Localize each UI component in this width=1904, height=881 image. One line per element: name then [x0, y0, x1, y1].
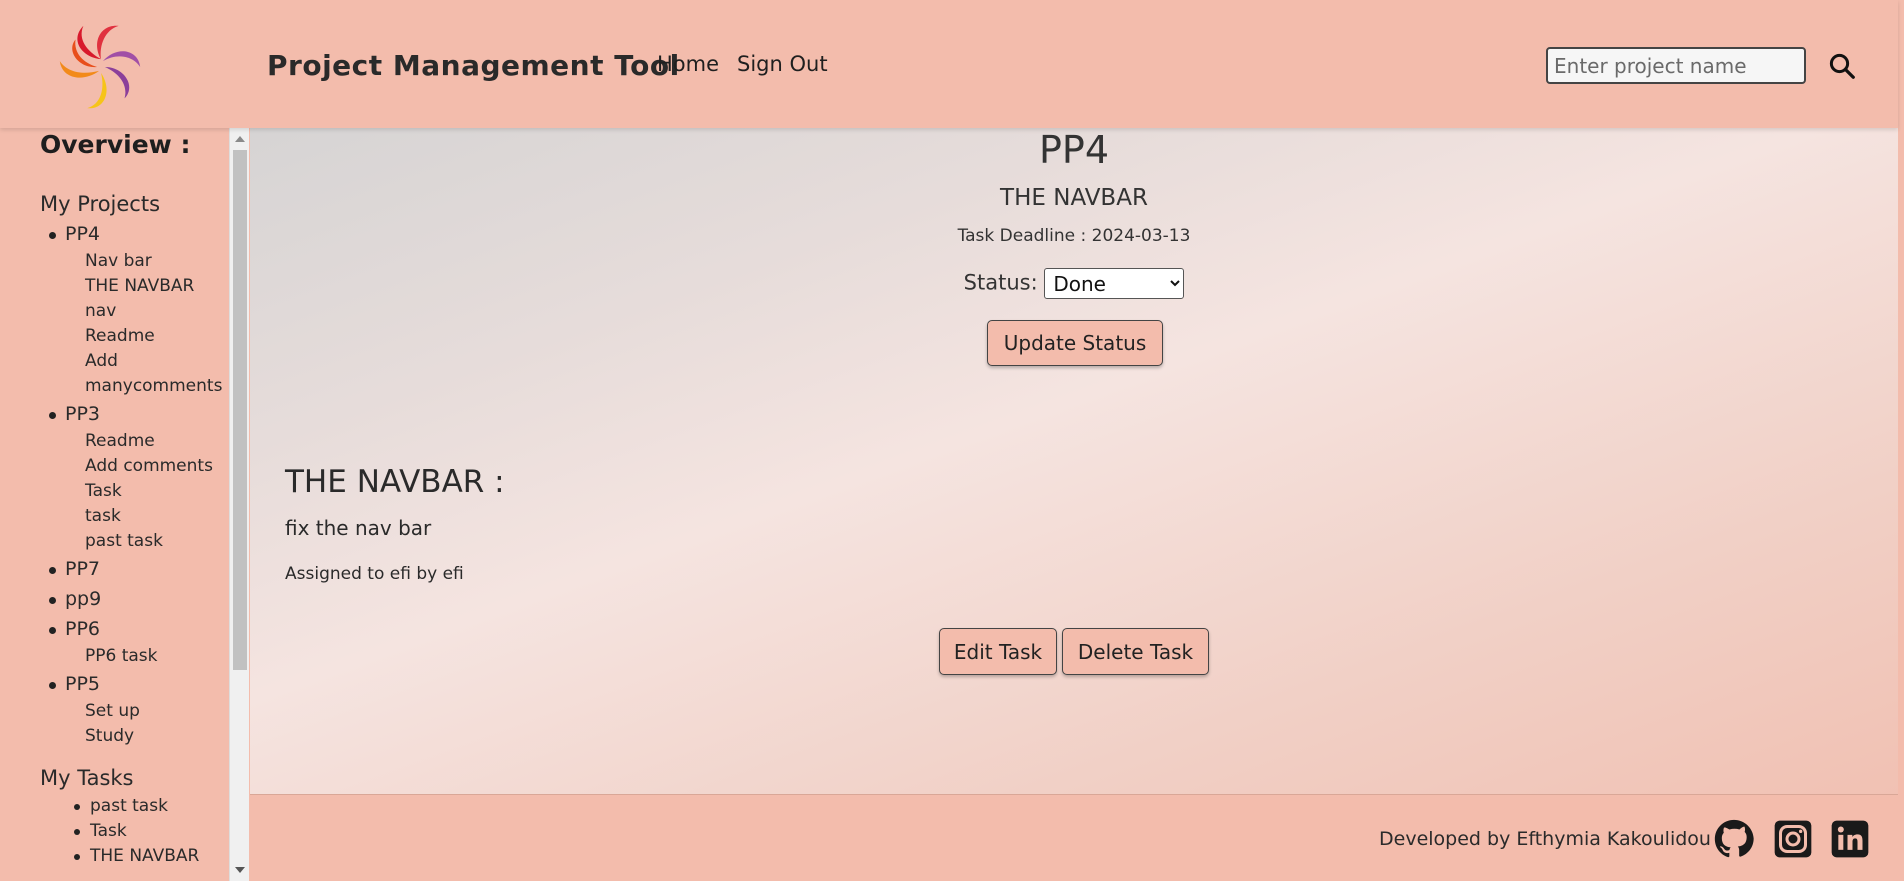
- bullet: [74, 829, 80, 835]
- logo-icon[interactable]: [52, 18, 150, 116]
- my-tasks-title: My Tasks: [40, 766, 134, 790]
- sidebar-project-pp7[interactable]: PP7: [49, 558, 100, 580]
- status-label: Status:: [963, 270, 1038, 295]
- sidebar-task[interactable]: manycomments: [85, 376, 222, 396]
- search-icon[interactable]: [1827, 51, 1857, 81]
- bullet: [49, 627, 56, 634]
- sidebar-task[interactable]: task: [85, 506, 121, 526]
- sidebar-project-pp4[interactable]: PP4: [49, 223, 100, 245]
- sidebar-project-pp3[interactable]: PP3: [49, 403, 100, 425]
- bullet: [49, 682, 56, 689]
- nav-signout-link[interactable]: Sign Out: [737, 52, 828, 76]
- sidebar-task[interactable]: THE NAVBAR: [85, 276, 194, 296]
- bullet: [49, 567, 56, 574]
- overview-title: Overview :: [40, 130, 191, 159]
- project-title: PP4: [1038, 128, 1109, 172]
- sidebar-project-pp9[interactable]: pp9: [49, 588, 101, 610]
- status-select[interactable]: Done: [1044, 268, 1185, 299]
- task-title: THE NAVBAR: [1000, 185, 1148, 211]
- nav-home-link[interactable]: Home: [657, 52, 719, 76]
- bullet: [49, 597, 56, 604]
- sidebar-task[interactable]: nav: [85, 301, 116, 321]
- status-row: Status: Done: [250, 268, 1898, 299]
- delete-task-button[interactable]: Delete Task: [1062, 628, 1209, 675]
- header: Project Management Tool Home Sign Out: [0, 0, 1898, 128]
- update-status-button[interactable]: Update Status: [987, 320, 1163, 366]
- bullet: [74, 804, 80, 810]
- sidebar-project-pp5[interactable]: PP5: [49, 673, 100, 695]
- task-deadline: Task Deadline : 2024-03-13: [957, 226, 1191, 246]
- app-title[interactable]: Project Management Tool: [267, 49, 680, 82]
- sidebar-task[interactable]: Readme: [85, 326, 155, 346]
- my-task-item[interactable]: Task: [74, 821, 127, 841]
- bullet: [74, 854, 80, 860]
- instagram-icon[interactable]: [1773, 819, 1813, 859]
- sidebar-task[interactable]: Readme: [85, 431, 155, 451]
- github-icon[interactable]: [1714, 819, 1754, 859]
- sidebar-task[interactable]: Set up: [85, 701, 140, 721]
- footer: Developed by Efthymia Kakoulidou: [250, 794, 1898, 881]
- sidebar-project-pp6[interactable]: PP6: [49, 618, 100, 640]
- scroll-up-arrow-icon[interactable]: [235, 136, 245, 142]
- my-task-item[interactable]: THE NAVBAR: [74, 846, 199, 866]
- sidebar-task[interactable]: PP6 task: [85, 646, 158, 666]
- linkedin-icon[interactable]: [1830, 819, 1870, 859]
- sidebar-task[interactable]: Task: [85, 481, 122, 501]
- sidebar-task[interactable]: Add comments: [85, 456, 213, 476]
- sidebar-scrollbar[interactable]: [229, 128, 249, 881]
- sidebar-task[interactable]: Study: [85, 726, 134, 746]
- task-description: fix the nav bar: [285, 516, 432, 540]
- main-content: PP4 THE NAVBAR Task Deadline : 2024-03-1…: [250, 128, 1898, 794]
- project-search-input[interactable]: [1546, 47, 1806, 84]
- sidebar-task[interactable]: Nav bar: [85, 251, 152, 271]
- scroll-down-arrow-icon[interactable]: [235, 867, 245, 873]
- sidebar-task[interactable]: past task: [85, 531, 163, 551]
- developer-credit: Developed by Efthymia Kakoulidou: [1379, 828, 1711, 850]
- bullet: [49, 232, 56, 239]
- assigned-text: Assigned to efi by efi: [285, 564, 464, 584]
- my-projects-title: My Projects: [40, 192, 161, 216]
- bullet: [49, 412, 56, 419]
- description-heading: THE NAVBAR :: [285, 464, 505, 500]
- edit-task-button[interactable]: Edit Task: [939, 628, 1057, 675]
- my-task-item[interactable]: past task: [74, 796, 168, 816]
- scroll-thumb[interactable]: [233, 150, 247, 670]
- sidebar-task[interactable]: Add: [85, 351, 118, 371]
